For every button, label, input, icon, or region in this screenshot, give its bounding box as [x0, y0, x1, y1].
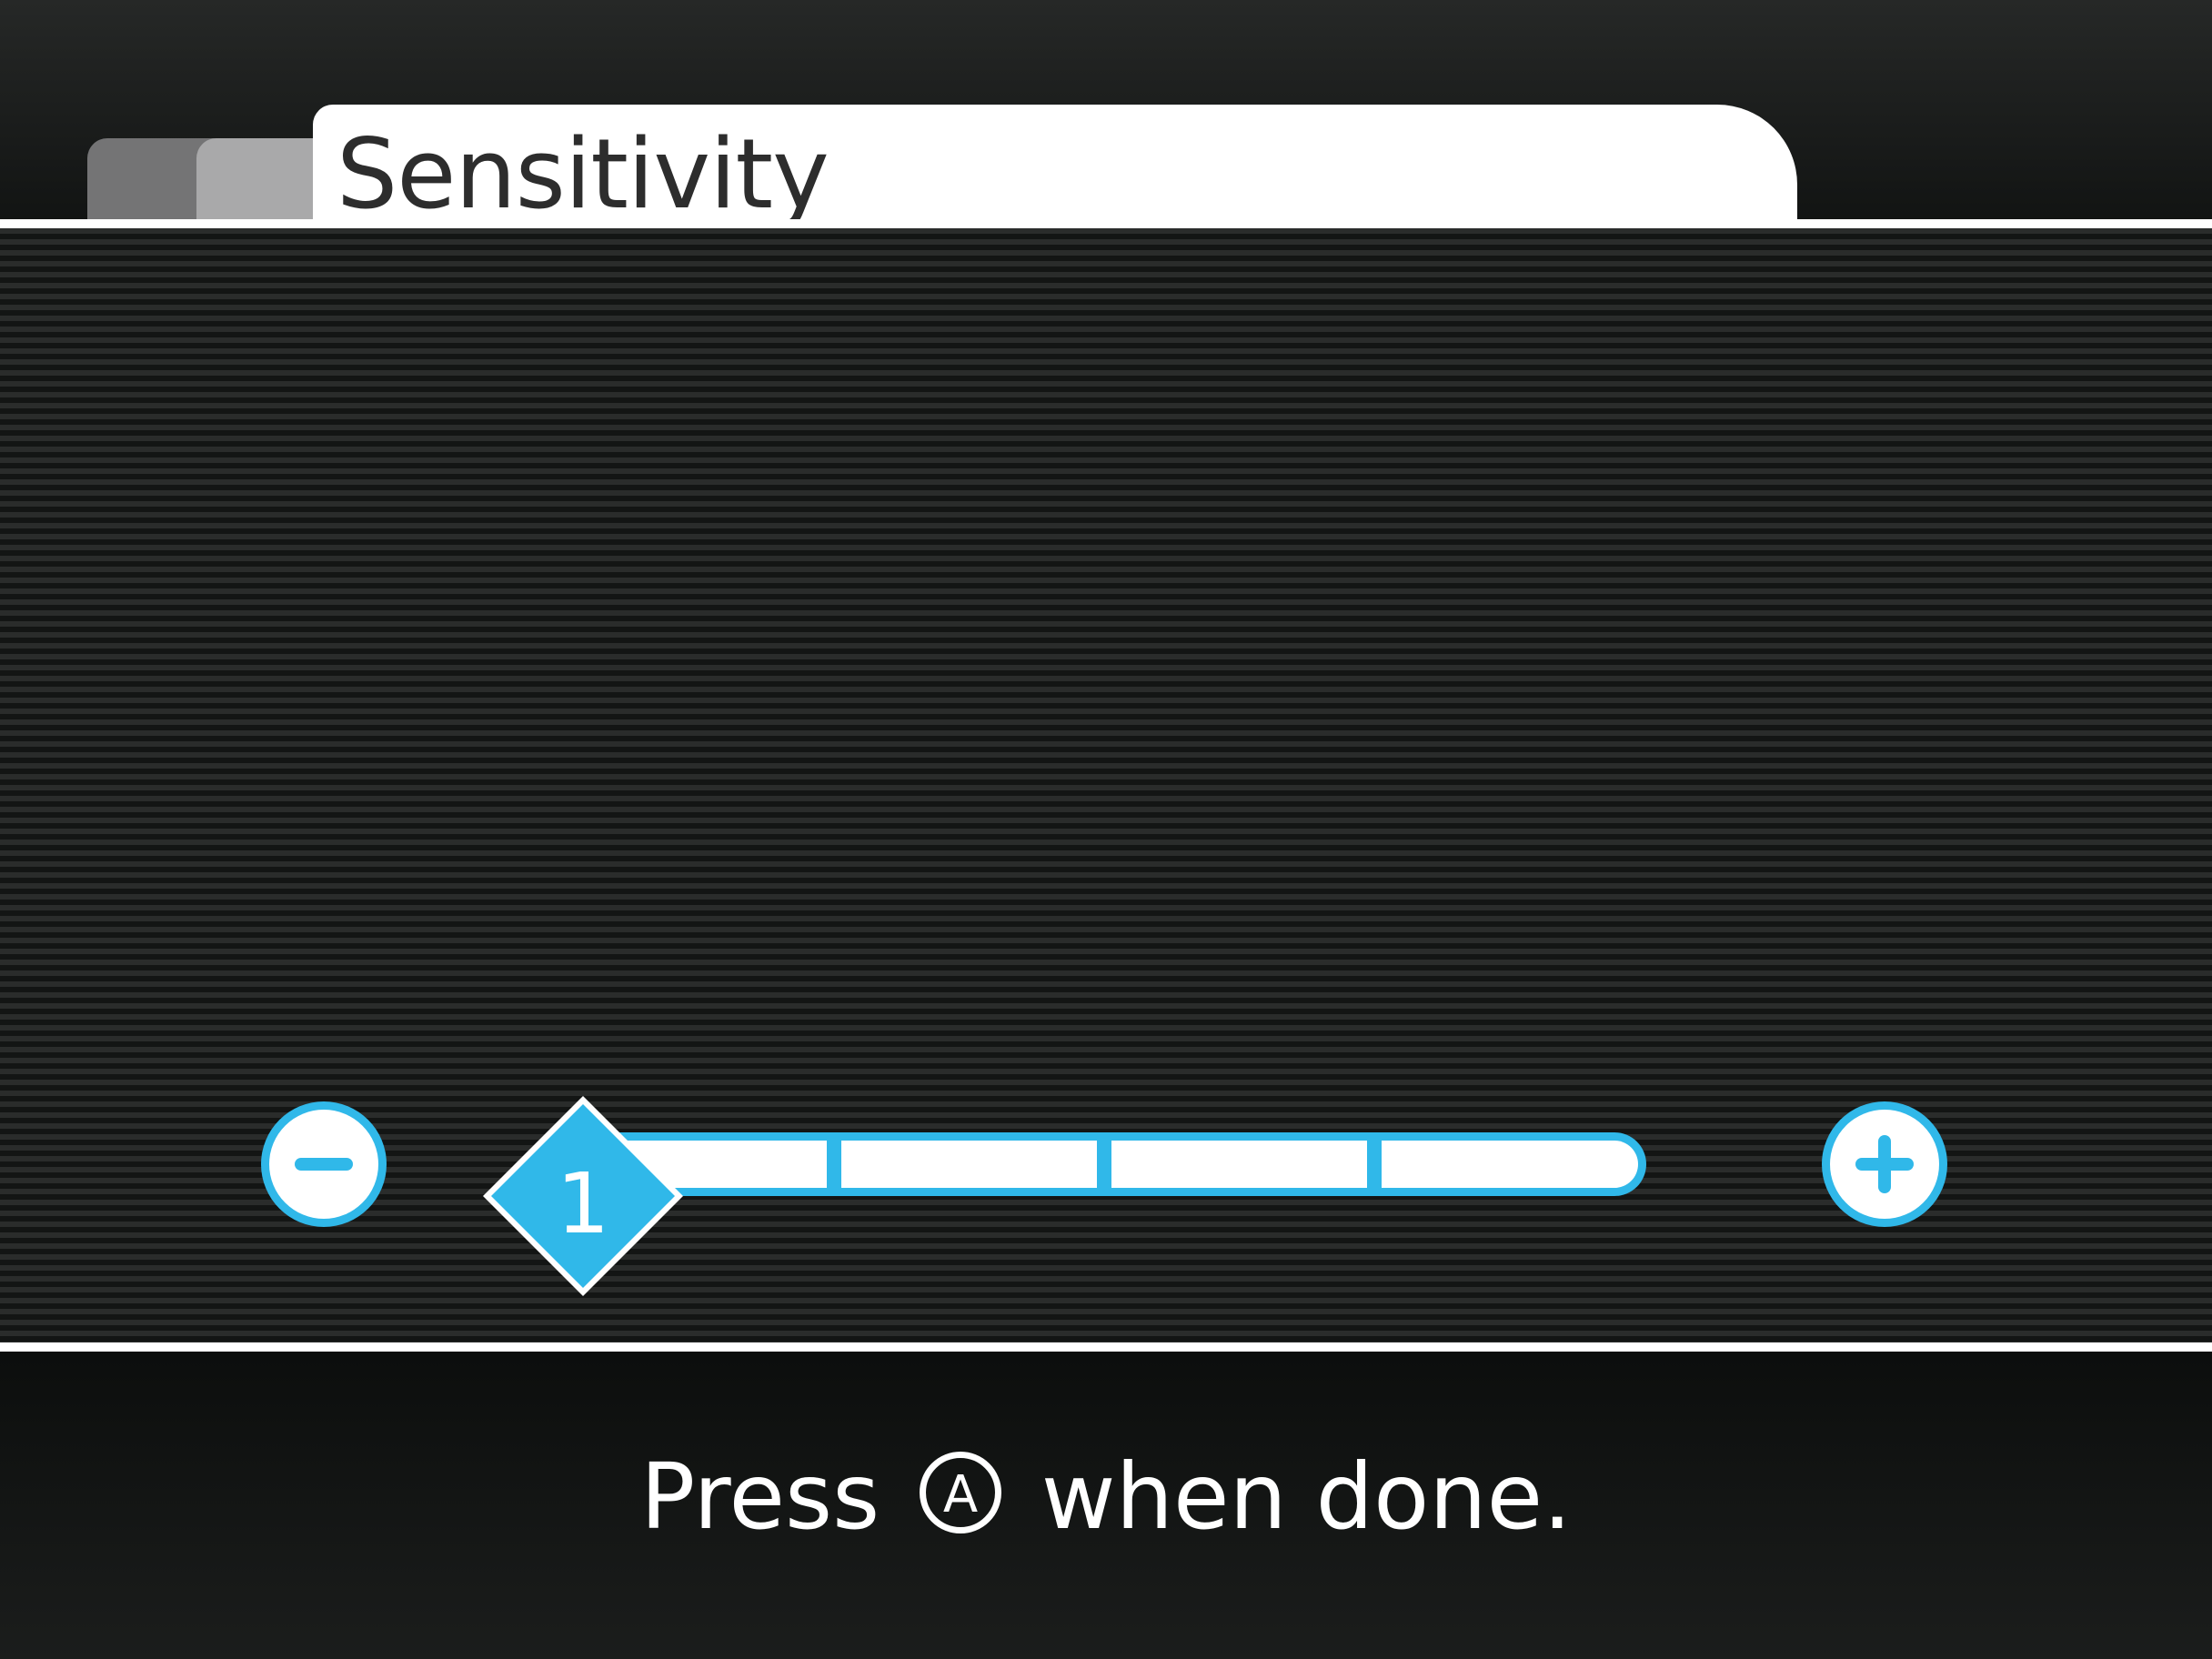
- slider-tick-1: [827, 1132, 841, 1196]
- slider-tick-2: [1097, 1132, 1111, 1196]
- slider-track-fill: [615, 1141, 1638, 1188]
- footer-instruction: Press A when done.: [0, 1443, 2212, 1552]
- footer: Press A when done.: [0, 1352, 2212, 1659]
- minus-icon: [269, 1110, 378, 1219]
- active-tab: Sensitivity: [313, 105, 1797, 232]
- increase-button[interactable]: [1822, 1101, 1947, 1227]
- page-title: Sensitivity: [337, 118, 830, 230]
- a-button-icon: A: [919, 1452, 1001, 1533]
- sensitivity-slider-thumb[interactable]: 1: [483, 1096, 683, 1296]
- footer-press-text: Press: [640, 1443, 880, 1550]
- decrease-button[interactable]: [261, 1101, 387, 1227]
- sensitivity-screen: Sensitivity 1 Press A when done.: [0, 0, 2212, 1659]
- sensitivity-slider-track[interactable]: [615, 1132, 1646, 1196]
- footer-done-text: when done.: [1041, 1443, 1572, 1550]
- slider-value-label: 1: [556, 1155, 610, 1252]
- bottom-divider: [0, 1342, 2212, 1352]
- top-divider: [0, 219, 2212, 228]
- a-button-letter: A: [942, 1465, 979, 1524]
- slider-tick-3: [1367, 1132, 1382, 1196]
- plus-icon: [1830, 1110, 1939, 1219]
